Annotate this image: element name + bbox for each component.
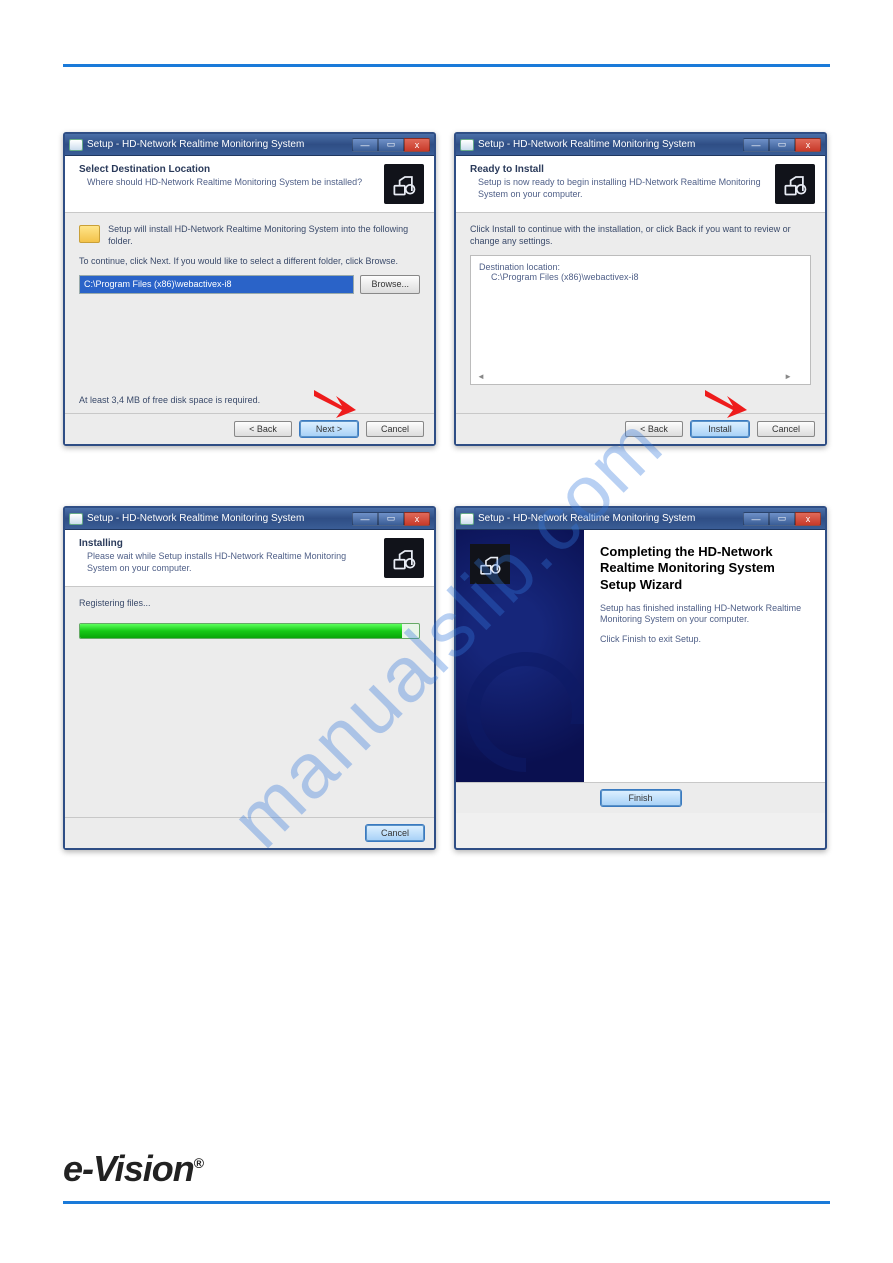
window-controls: — ▭ x <box>352 512 430 526</box>
installer-icon <box>384 164 424 204</box>
window-title: Setup - HD-Network Realtime Monitoring S… <box>478 139 695 150</box>
maximize-button[interactable]: ▭ <box>769 512 795 526</box>
completion-text: Completing the HD-Network Realtime Monit… <box>584 530 825 782</box>
back-button[interactable]: < Back <box>625 421 683 437</box>
close-button[interactable]: x <box>795 512 821 526</box>
browse-button[interactable]: Browse... <box>360 275 420 293</box>
install-button[interactable]: Install <box>691 421 749 437</box>
maximize-button[interactable]: ▭ <box>378 138 404 152</box>
cancel-button[interactable]: Cancel <box>757 421 815 437</box>
header-band: Select Destination Location Where should… <box>65 156 434 213</box>
installer-icon <box>775 164 815 204</box>
page-top-divider <box>63 64 830 67</box>
dialog-footer: < Back Install Cancel <box>456 413 825 444</box>
dialog-completing: Setup - HD-Network Realtime Monitoring S… <box>454 506 827 850</box>
brand-text: e-Vision <box>63 1148 194 1189</box>
header-title: Select Destination Location <box>79 164 376 175</box>
header-subtitle: Setup is now ready to begin installing H… <box>478 177 767 200</box>
progress-fill <box>80 624 402 638</box>
window-title: Setup - HD-Network Realtime Monitoring S… <box>87 139 304 150</box>
dialog-body: Registering files... <box>65 587 434 817</box>
install-instruction: Click Install to continue with the insta… <box>470 223 811 247</box>
header-subtitle: Please wait while Setup installs HD-Netw… <box>87 551 376 574</box>
minimize-button[interactable]: — <box>352 512 378 526</box>
minimize-button[interactable]: — <box>743 512 769 526</box>
completion-heading: Completing the HD-Network Realtime Monit… <box>600 544 809 593</box>
destination-label: Destination location: <box>479 262 802 272</box>
install-status: Registering files... <box>79 597 420 609</box>
window-controls: — ▭ x <box>743 138 821 152</box>
window-title: Setup - HD-Network Realtime Monitoring S… <box>87 513 304 524</box>
window-controls: — ▭ x <box>743 512 821 526</box>
completion-body: Completing the HD-Network Realtime Monit… <box>456 530 825 782</box>
header-band: Ready to Install Setup is now ready to b… <box>456 156 825 213</box>
dialog-installing: Setup - HD-Network Realtime Monitoring S… <box>63 506 436 850</box>
header-band: Installing Please wait while Setup insta… <box>65 530 434 587</box>
setup-icon <box>460 139 474 151</box>
page-bottom-divider <box>63 1201 830 1204</box>
continue-instruction: To continue, click Next. If you would li… <box>79 255 420 267</box>
header-title: Installing <box>79 538 376 549</box>
cancel-button[interactable]: Cancel <box>366 421 424 437</box>
install-progress-bar <box>79 623 420 639</box>
maximize-button[interactable]: ▭ <box>769 138 795 152</box>
dialog-footer: Finish <box>456 782 825 813</box>
header-subtitle: Where should HD-Network Realtime Monitor… <box>87 177 376 189</box>
dialogs-grid: Setup - HD-Network Realtime Monitoring S… <box>63 132 827 850</box>
minimize-button[interactable]: — <box>743 138 769 152</box>
annotation-arrow-icon <box>703 388 747 418</box>
dialog-footer: Cancel <box>65 817 434 848</box>
minimize-button[interactable]: — <box>352 138 378 152</box>
installer-icon <box>470 544 510 584</box>
window-title: Setup - HD-Network Realtime Monitoring S… <box>478 513 695 524</box>
header-title: Ready to Install <box>470 164 767 175</box>
completion-banner <box>456 530 584 782</box>
dialog-select-destination: Setup - HD-Network Realtime Monitoring S… <box>63 132 436 446</box>
titlebar[interactable]: Setup - HD-Network Realtime Monitoring S… <box>65 134 434 156</box>
next-button[interactable]: Next > <box>300 421 358 437</box>
close-button[interactable]: x <box>795 138 821 152</box>
destination-summary-panel[interactable]: Destination location: C:\Program Files (… <box>470 255 811 385</box>
setup-icon <box>69 513 83 525</box>
window-controls: — ▭ x <box>352 138 430 152</box>
scroll-right-icon[interactable]: ► <box>784 372 792 381</box>
dialog-footer: < Back Next > Cancel <box>65 413 434 444</box>
brand-logo: e-Vision® <box>63 1148 203 1190</box>
back-button[interactable]: < Back <box>234 421 292 437</box>
scroll-left-icon[interactable]: ◄ <box>477 372 485 381</box>
completion-line-2: Click Finish to exit Setup. <box>600 634 809 646</box>
disk-space-note: At least 3,4 MB of free disk space is re… <box>79 395 260 405</box>
cancel-button[interactable]: Cancel <box>366 825 424 841</box>
destination-value: C:\Program Files (x86)\webactivex-i8 <box>491 272 802 282</box>
titlebar[interactable]: Setup - HD-Network Realtime Monitoring S… <box>65 508 434 530</box>
destination-path-input[interactable]: C:\Program Files (x86)\webactivex-i8 <box>79 275 354 293</box>
setup-icon <box>460 513 474 525</box>
dialog-ready-to-install: Setup - HD-Network Realtime Monitoring S… <box>454 132 827 446</box>
titlebar[interactable]: Setup - HD-Network Realtime Monitoring S… <box>456 508 825 530</box>
maximize-button[interactable]: ▭ <box>378 512 404 526</box>
finish-button[interactable]: Finish <box>601 790 681 806</box>
close-button[interactable]: x <box>404 138 430 152</box>
registered-mark: ® <box>194 1155 203 1171</box>
install-folder-text: Setup will install HD-Network Realtime M… <box>108 223 420 247</box>
annotation-arrow-icon <box>312 388 356 418</box>
setup-icon <box>69 139 83 151</box>
dialog-body: Click Install to continue with the insta… <box>456 213 825 413</box>
installer-icon <box>384 538 424 578</box>
folder-icon <box>79 225 100 243</box>
titlebar[interactable]: Setup - HD-Network Realtime Monitoring S… <box>456 134 825 156</box>
banner-arrow-graphic <box>466 652 584 772</box>
close-button[interactable]: x <box>404 512 430 526</box>
dialog-body: Setup will install HD-Network Realtime M… <box>65 213 434 413</box>
completion-line-1: Setup has finished installing HD-Network… <box>600 603 809 626</box>
